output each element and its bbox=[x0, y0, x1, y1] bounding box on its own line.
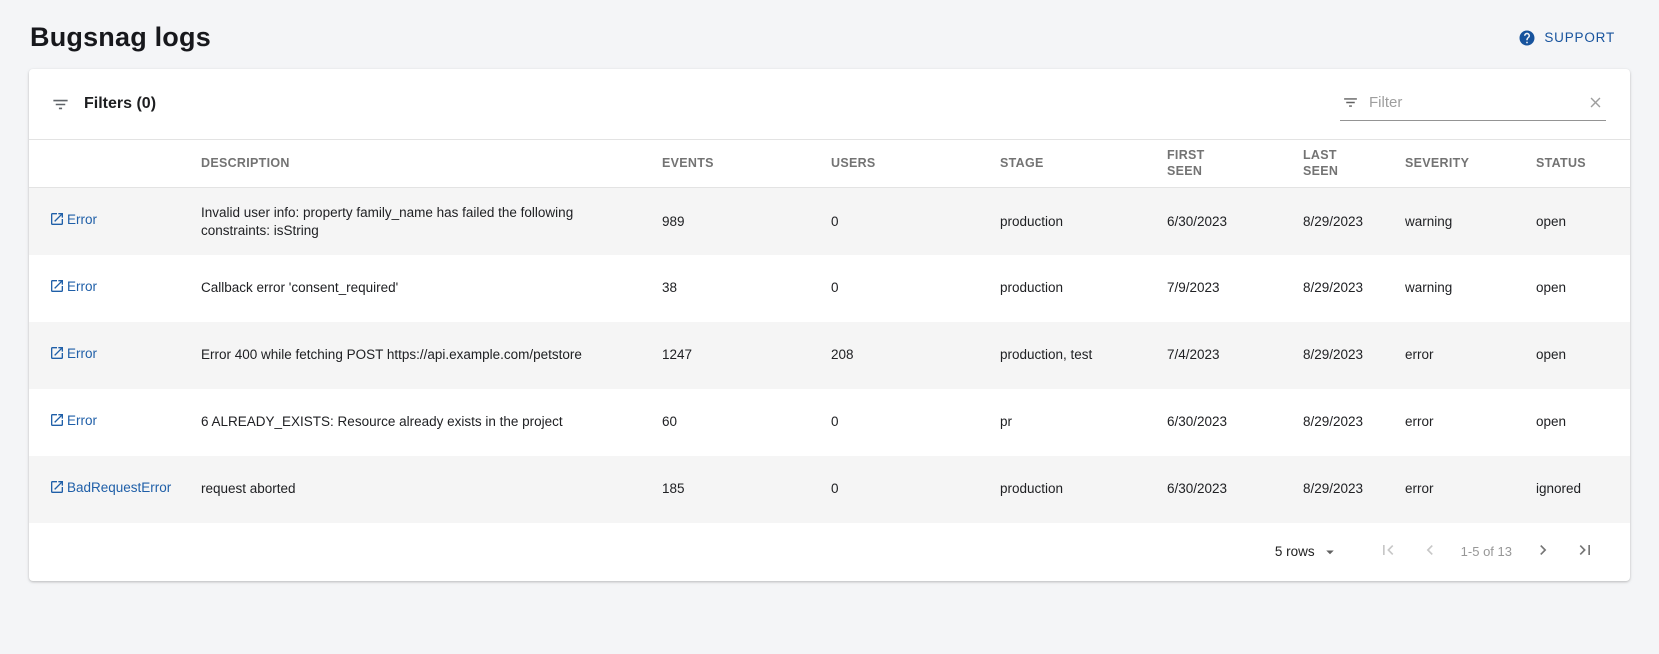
col-description: DESCRIPTION bbox=[201, 140, 662, 188]
table-row: Error 6 ALREADY_EXISTS: Resource already… bbox=[29, 389, 1630, 456]
rows-per-page-select[interactable]: 5 rows bbox=[1275, 543, 1339, 561]
previous-page-button[interactable] bbox=[1420, 540, 1440, 563]
filter-input-icon bbox=[1342, 94, 1359, 111]
col-link bbox=[29, 140, 201, 188]
status-cell: ignored bbox=[1536, 456, 1630, 523]
events-cell: 989 bbox=[662, 188, 831, 255]
error-link-label: Error bbox=[67, 212, 97, 227]
table-row: Error Error 400 while fetching POST http… bbox=[29, 322, 1630, 389]
status-cell: open bbox=[1536, 188, 1630, 255]
users-cell: 208 bbox=[831, 322, 1000, 389]
first-seen-cell: 6/30/2023 bbox=[1167, 188, 1303, 255]
open-in-new-icon bbox=[49, 345, 65, 366]
col-users: USERS bbox=[831, 140, 1000, 188]
error-link-label: Error bbox=[67, 413, 97, 428]
logs-card: Filters (0) DESCRIPTION EVENTS USERS STA… bbox=[29, 69, 1630, 581]
table-row: Error Invalid user info: property family… bbox=[29, 188, 1630, 255]
filters-label: Filters (0) bbox=[84, 95, 156, 113]
first-seen-cell: 7/4/2023 bbox=[1167, 322, 1303, 389]
first-seen-cell: 6/30/2023 bbox=[1167, 456, 1303, 523]
description-cell: Error 400 while fetching POST https://ap… bbox=[201, 322, 662, 389]
first-page-icon bbox=[1378, 540, 1398, 563]
table-row: BadRequestError request aborted 185 0 pr… bbox=[29, 456, 1630, 523]
page-range-label: 1-5 of 13 bbox=[1461, 544, 1512, 559]
pagination-bar: 5 rows 1-5 of 13 bbox=[29, 523, 1630, 581]
last-seen-cell: 8/29/2023 bbox=[1303, 255, 1405, 322]
col-stage: STAGE bbox=[1000, 140, 1167, 188]
description-cell: Callback error 'consent_required' bbox=[201, 255, 662, 322]
status-cell: open bbox=[1536, 389, 1630, 456]
severity-cell: warning bbox=[1405, 188, 1536, 255]
error-link[interactable]: Error bbox=[49, 346, 97, 361]
stage-cell: production bbox=[1000, 456, 1167, 523]
users-cell: 0 bbox=[831, 255, 1000, 322]
filter-bar: Filters (0) bbox=[29, 69, 1630, 139]
status-cell: open bbox=[1536, 255, 1630, 322]
dropdown-arrow-icon bbox=[1321, 543, 1339, 561]
error-link[interactable]: BadRequestError bbox=[49, 480, 171, 495]
open-in-new-icon bbox=[49, 278, 65, 299]
chevron-right-icon bbox=[1533, 540, 1553, 563]
last-seen-cell: 8/29/2023 bbox=[1303, 389, 1405, 456]
stage-cell: production bbox=[1000, 255, 1167, 322]
stage-cell: production bbox=[1000, 188, 1167, 255]
filter-field bbox=[1340, 87, 1606, 121]
error-link-label: Error bbox=[67, 346, 97, 361]
description-cell: 6 ALREADY_EXISTS: Resource already exist… bbox=[201, 389, 662, 456]
error-link-label: Error bbox=[67, 279, 97, 294]
events-cell: 185 bbox=[662, 456, 831, 523]
last-seen-cell: 8/29/2023 bbox=[1303, 322, 1405, 389]
support-label: SUPPORT bbox=[1544, 30, 1615, 45]
next-page-button[interactable] bbox=[1533, 540, 1553, 563]
filters-toggle-button[interactable]: Filters (0) bbox=[51, 95, 156, 114]
events-cell: 38 bbox=[662, 255, 831, 322]
status-cell: open bbox=[1536, 322, 1630, 389]
open-in-new-icon bbox=[49, 479, 65, 500]
page-title: Bugsnag logs bbox=[30, 22, 211, 53]
filter-list-icon bbox=[51, 95, 70, 114]
severity-cell: error bbox=[1405, 389, 1536, 456]
logs-table: DESCRIPTION EVENTS USERS STAGE FIRSTSEEN… bbox=[29, 139, 1630, 523]
first-seen-cell: 7/9/2023 bbox=[1167, 255, 1303, 322]
last-page-icon bbox=[1575, 540, 1595, 563]
error-link[interactable]: Error bbox=[49, 413, 97, 428]
open-in-new-icon bbox=[49, 211, 65, 232]
page-header: Bugsnag logs SUPPORT bbox=[0, 0, 1659, 69]
severity-cell: error bbox=[1405, 456, 1536, 523]
col-status: STATUS bbox=[1536, 140, 1630, 188]
first-seen-cell: 6/30/2023 bbox=[1167, 389, 1303, 456]
last-page-button[interactable] bbox=[1575, 540, 1595, 563]
col-severity: SEVERITY bbox=[1405, 140, 1536, 188]
last-seen-cell: 8/29/2023 bbox=[1303, 188, 1405, 255]
users-cell: 0 bbox=[831, 389, 1000, 456]
support-button[interactable]: SUPPORT bbox=[1518, 29, 1615, 47]
stage-cell: production, test bbox=[1000, 322, 1167, 389]
chevron-left-icon bbox=[1420, 540, 1440, 563]
col-first-seen: FIRSTSEEN bbox=[1167, 140, 1303, 188]
clear-filter-icon[interactable] bbox=[1587, 94, 1604, 111]
description-cell: request aborted bbox=[201, 456, 662, 523]
help-icon bbox=[1518, 29, 1536, 47]
events-cell: 60 bbox=[662, 389, 831, 456]
table-row: Error Callback error 'consent_required' … bbox=[29, 255, 1630, 322]
rows-per-page-label: 5 rows bbox=[1275, 544, 1315, 559]
severity-cell: error bbox=[1405, 322, 1536, 389]
open-in-new-icon bbox=[49, 412, 65, 433]
table-header-row: DESCRIPTION EVENTS USERS STAGE FIRSTSEEN… bbox=[29, 140, 1630, 188]
events-cell: 1247 bbox=[662, 322, 831, 389]
col-last-seen: LASTSEEN bbox=[1303, 140, 1405, 188]
error-link[interactable]: Error bbox=[49, 212, 97, 227]
users-cell: 0 bbox=[831, 188, 1000, 255]
error-link[interactable]: Error bbox=[49, 279, 97, 294]
filter-input[interactable] bbox=[1369, 94, 1577, 111]
severity-cell: warning bbox=[1405, 255, 1536, 322]
col-events: EVENTS bbox=[662, 140, 831, 188]
stage-cell: pr bbox=[1000, 389, 1167, 456]
users-cell: 0 bbox=[831, 456, 1000, 523]
first-page-button[interactable] bbox=[1378, 540, 1398, 563]
error-link-label: BadRequestError bbox=[67, 480, 171, 495]
description-cell: Invalid user info: property family_name … bbox=[201, 188, 662, 255]
last-seen-cell: 8/29/2023 bbox=[1303, 456, 1405, 523]
